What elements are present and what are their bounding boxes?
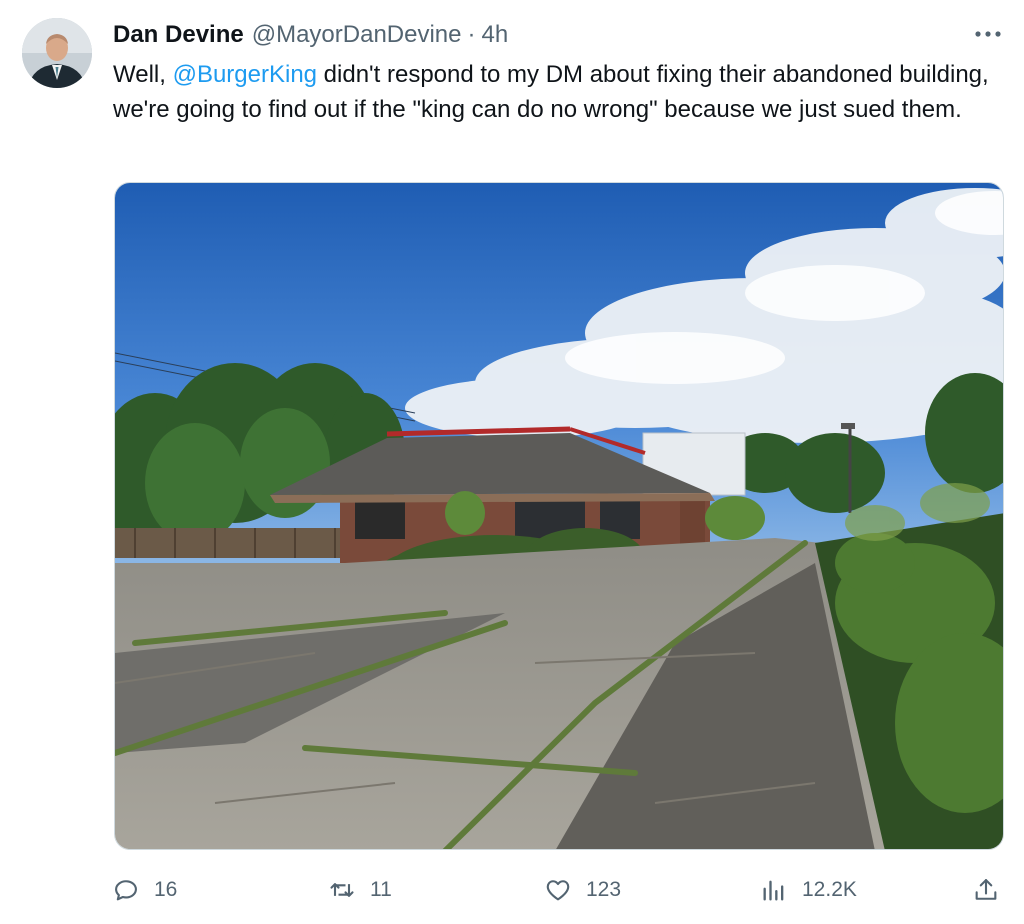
tweet-actions: 16 11 123 12.2K bbox=[0, 868, 1024, 912]
photo-abandoned-restaurant bbox=[115, 183, 1003, 849]
author-handle[interactable]: @MayorDanDevine bbox=[252, 21, 462, 49]
tweet: Dan Devine @MayorDanDevine · 4h Well, @B… bbox=[0, 0, 1024, 924]
retweet-count: 11 bbox=[370, 878, 392, 901]
tweet-text: Well, @BurgerKing didn't respond to my D… bbox=[113, 57, 1003, 127]
avatar[interactable] bbox=[22, 18, 92, 88]
reply-button[interactable]: 16 bbox=[112, 868, 177, 912]
tweet-text-before: Well, bbox=[113, 61, 173, 88]
share-icon bbox=[975, 879, 997, 900]
avatar-image bbox=[22, 18, 92, 88]
views-button[interactable]: 12.2K bbox=[760, 868, 857, 912]
tweet-timestamp[interactable]: 4h bbox=[482, 21, 509, 49]
more-horizontal-icon bbox=[975, 31, 1001, 37]
more-icon[interactable] bbox=[968, 22, 1008, 46]
tweet-header: Dan Devine @MayorDanDevine · 4h bbox=[113, 20, 508, 50]
views-icon bbox=[763, 880, 784, 901]
mention-link[interactable]: @BurgerKing bbox=[173, 61, 317, 88]
retweet-button[interactable]: 11 bbox=[328, 868, 392, 912]
header-separator: · bbox=[467, 21, 476, 48]
views-count: 12.2K bbox=[802, 878, 857, 901]
heart-icon bbox=[546, 880, 570, 901]
retweet-icon bbox=[330, 883, 354, 897]
share-button[interactable] bbox=[972, 868, 1014, 912]
reply-count: 16 bbox=[154, 878, 178, 901]
like-count: 123 bbox=[586, 878, 622, 901]
like-button[interactable]: 123 bbox=[544, 868, 621, 912]
author-name[interactable]: Dan Devine bbox=[113, 21, 244, 49]
reply-icon bbox=[115, 880, 137, 901]
tweet-photo[interactable] bbox=[114, 182, 1004, 850]
